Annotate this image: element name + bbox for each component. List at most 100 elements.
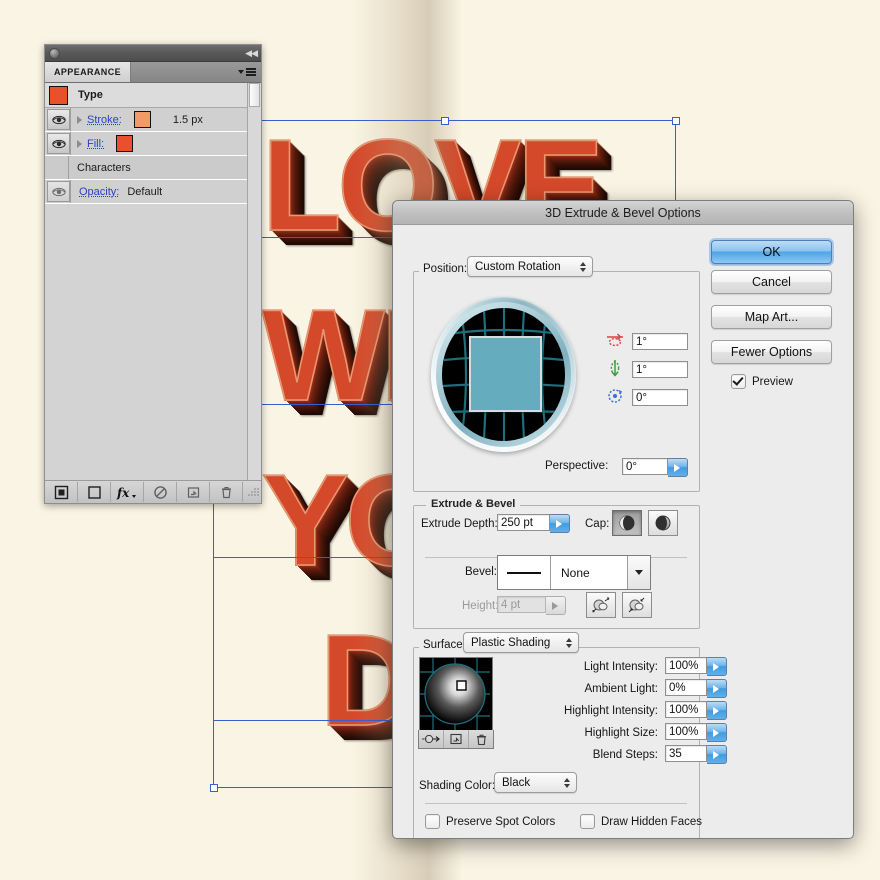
opacity-label[interactable]: Opacity: bbox=[71, 186, 119, 198]
highlight-intensity-stepper[interactable] bbox=[707, 701, 727, 720]
appearance-row-stroke[interactable]: Stroke: 1.5 px bbox=[45, 108, 261, 132]
scrollbar-thumb[interactable] bbox=[249, 83, 260, 107]
shading-color-label: Shading Color: bbox=[419, 780, 496, 792]
surface-light-preview[interactable] bbox=[419, 657, 493, 733]
position-select[interactable]: Custom Rotation bbox=[467, 256, 593, 277]
cancel-button[interactable]: Cancel bbox=[711, 270, 832, 294]
ok-button-label: OK bbox=[762, 245, 781, 259]
stroke-weight-value[interactable]: 1.5 px bbox=[173, 114, 203, 126]
chevron-updown-icon[interactable] bbox=[560, 777, 574, 788]
appearance-target-row[interactable]: Type bbox=[45, 83, 261, 108]
rotate-x-row[interactable]: 1° bbox=[606, 331, 688, 352]
rotate-y-row[interactable]: 1° bbox=[606, 359, 688, 380]
preserve-spot-colors-checkbox[interactable]: Preserve Spot Colors bbox=[425, 814, 555, 829]
target-color-swatch[interactable] bbox=[49, 85, 68, 105]
expand-triangle-icon-fill[interactable] bbox=[77, 139, 82, 148]
rotate-y-axis-icon bbox=[606, 359, 624, 380]
map-art-button-label: Map Art... bbox=[744, 310, 799, 324]
selection-handle-top-mid[interactable] bbox=[441, 117, 449, 125]
appearance-row-opacity[interactable]: Opacity: Default bbox=[45, 180, 261, 204]
map-art-button[interactable]: Map Art... bbox=[711, 305, 832, 329]
selection-handle-top-right[interactable] bbox=[672, 117, 680, 125]
selection-handle-bottom-left[interactable] bbox=[210, 784, 218, 792]
light-intensity-stepper[interactable] bbox=[707, 657, 727, 676]
delete-item-icon[interactable] bbox=[210, 482, 243, 502]
surface-light-toolbar[interactable] bbox=[418, 730, 494, 749]
appearance-list[interactable]: Type Stroke: 1.5 px Fill: Characters Opa… bbox=[45, 83, 261, 483]
ambient-light-stepper[interactable] bbox=[707, 679, 727, 698]
fill-color-swatch[interactable] bbox=[116, 135, 134, 152]
perspective-field[interactable]: 0° bbox=[622, 458, 668, 475]
appearance-row-characters[interactable]: Characters bbox=[45, 156, 261, 180]
track-cube-front-face[interactable] bbox=[469, 335, 542, 412]
cap-hollow-button[interactable] bbox=[648, 510, 678, 536]
bevel-dropdown-arrow-icon[interactable] bbox=[627, 556, 650, 589]
extrude-depth-stepper[interactable] bbox=[550, 514, 570, 533]
preserve-spot-colors-box[interactable] bbox=[425, 814, 440, 829]
panel-tab-strip[interactable]: APPEARANCE bbox=[45, 62, 261, 83]
draw-hidden-faces-box[interactable] bbox=[580, 814, 595, 829]
extrude-depth-field[interactable]: 250 pt bbox=[497, 514, 550, 531]
extrude-bevel-legend: Extrude & Bevel bbox=[426, 498, 521, 510]
rotate-x-field[interactable]: 1° bbox=[632, 333, 688, 350]
add-new-stroke-icon[interactable] bbox=[45, 482, 78, 502]
dialog-titlebar[interactable]: 3D Extrude & Bevel Options bbox=[393, 201, 853, 225]
chevron-updown-icon[interactable] bbox=[576, 261, 590, 272]
appearance-panel[interactable]: ◀◀ APPEARANCE Type Stroke: 1.5 px Fill: … bbox=[44, 44, 262, 504]
fewer-options-button[interactable]: Fewer Options bbox=[711, 340, 832, 364]
panel-menu-area[interactable] bbox=[131, 62, 261, 82]
bevel-extent-in-button[interactable] bbox=[622, 592, 652, 618]
bevel-extent-out-button[interactable] bbox=[586, 592, 616, 618]
three-d-extrude-bevel-dialog[interactable]: 3D Extrude & Bevel Options OK Cancel Map… bbox=[392, 200, 854, 839]
preview-checkbox-box[interactable] bbox=[731, 374, 746, 389]
visibility-eye-icon-opacity[interactable] bbox=[47, 181, 70, 202]
tab-appearance[interactable]: APPEARANCE bbox=[45, 62, 132, 82]
new-light-icon[interactable] bbox=[444, 730, 469, 748]
panel-menu-triangle-icon[interactable] bbox=[238, 70, 244, 74]
cap-solid-button[interactable] bbox=[612, 510, 642, 536]
panel-titlebar[interactable]: ◀◀ bbox=[45, 45, 261, 62]
perspective-stepper[interactable] bbox=[668, 458, 688, 477]
rotate-z-row[interactable]: 0° bbox=[606, 387, 688, 408]
chevron-updown-icon[interactable] bbox=[562, 637, 576, 648]
panel-menu-icon[interactable] bbox=[246, 67, 256, 78]
clear-appearance-icon[interactable] bbox=[144, 482, 177, 502]
duplicate-item-icon[interactable] bbox=[177, 482, 210, 502]
blend-steps-field[interactable]: 35 bbox=[665, 745, 707, 762]
highlight-intensity-field[interactable]: 100% bbox=[665, 701, 707, 718]
panel-close-icon[interactable] bbox=[49, 47, 60, 59]
panel-collapse-icon[interactable]: ◀◀ bbox=[245, 48, 258, 59]
draw-hidden-faces-checkbox[interactable]: Draw Hidden Faces bbox=[580, 814, 702, 829]
light-intensity-field[interactable]: 100% bbox=[665, 657, 707, 674]
stroke-label[interactable]: Stroke: bbox=[87, 114, 122, 126]
move-light-back-icon[interactable] bbox=[419, 730, 444, 748]
highlight-size-stepper[interactable] bbox=[707, 723, 727, 742]
appearance-footer-toolbar[interactable]: fx bbox=[45, 480, 261, 503]
visibility-eye-icon-fill[interactable] bbox=[47, 133, 70, 154]
rotate-y-field[interactable]: 1° bbox=[632, 361, 688, 378]
add-new-effect-icon[interactable]: fx bbox=[111, 482, 144, 502]
expand-triangle-icon-stroke[interactable] bbox=[77, 115, 82, 124]
highlight-size-field[interactable]: 100% bbox=[665, 723, 707, 740]
add-new-fill-icon[interactable] bbox=[78, 482, 111, 502]
rotation-track-cube[interactable] bbox=[431, 297, 576, 452]
preview-checkbox[interactable]: Preview bbox=[731, 374, 793, 389]
row-divider bbox=[70, 108, 71, 131]
opacity-value[interactable]: Default bbox=[127, 186, 162, 198]
surface-select[interactable]: Plastic Shading bbox=[463, 632, 579, 653]
ambient-light-field[interactable]: 0% bbox=[665, 679, 707, 696]
fill-label[interactable]: Fill: bbox=[87, 138, 104, 150]
bevel-select[interactable]: None bbox=[497, 555, 651, 590]
panel-resize-grip[interactable] bbox=[245, 485, 259, 499]
visibility-eye-icon-stroke[interactable] bbox=[47, 109, 70, 130]
rotate-z-field[interactable]: 0° bbox=[632, 389, 688, 406]
rotate-x-axis-icon bbox=[606, 331, 624, 352]
track-cube-sphere[interactable] bbox=[442, 308, 565, 441]
delete-light-icon[interactable] bbox=[469, 730, 493, 748]
blend-steps-stepper[interactable] bbox=[707, 745, 727, 764]
ok-button[interactable]: OK bbox=[711, 240, 832, 264]
stroke-color-swatch[interactable] bbox=[133, 111, 151, 128]
appearance-scrollbar[interactable] bbox=[247, 83, 261, 483]
shading-color-select[interactable]: Black bbox=[494, 772, 577, 793]
appearance-row-fill[interactable]: Fill: bbox=[45, 132, 261, 156]
